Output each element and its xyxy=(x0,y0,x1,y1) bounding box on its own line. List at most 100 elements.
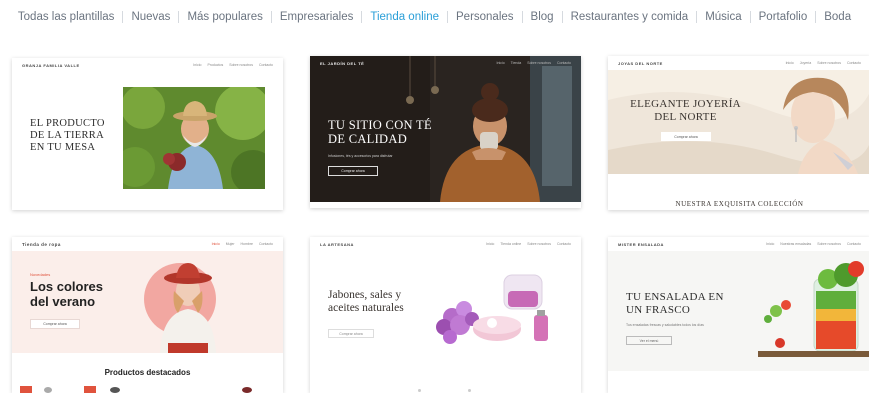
category-nav: Todas las plantillas Nuevas Más populare… xyxy=(0,0,869,34)
card-menu-item: Tienda xyxy=(510,61,522,65)
hero-title-line: DEL NORTE xyxy=(654,110,717,123)
shop-now-button[interactable]: Comprar ahora xyxy=(328,166,378,176)
card-menu-item: Sobre nosotros xyxy=(527,61,551,65)
product-thumbnail xyxy=(44,387,52,393)
hero-title: TU ENSALADA EN UN FRASCO xyxy=(626,291,724,316)
card-menu-item: Sobre nosotros xyxy=(817,242,841,246)
card-menu-item: Inicio xyxy=(211,242,220,246)
hero-title-line: aceites naturales xyxy=(328,302,404,315)
card-menu-item: Contacto xyxy=(258,63,273,67)
card-menu: Inicio Tienda online Sobre nosotros Cont… xyxy=(486,242,571,246)
collection-heading: NUESTRA EXQUISITA COLECCIÓN xyxy=(675,200,804,208)
template-card-granja[interactable]: GRANJA FAMILIA VALLE Inicio Productos So… xyxy=(12,58,283,210)
card-menu: Inicio Nuestras ensaladas Sobre nosotros… xyxy=(766,242,861,246)
card-menu-item: Hombre xyxy=(240,242,253,246)
hero-title-line: ELEGANTE JOYERÍA xyxy=(630,98,741,110)
hero-title: EL PRODUCTO DE LA TIERRA EN TU MESA xyxy=(30,118,105,154)
template-card-artesana[interactable]: LA ARTESANA Inicio Tienda online Sobre n… xyxy=(310,237,581,393)
nav-popular[interactable]: Más populares xyxy=(179,11,270,23)
card-menu: Inicio Mujer Hombre Contacto xyxy=(212,242,273,246)
card-menu-item: Inicio xyxy=(486,242,495,246)
card-menu-item: Inicio xyxy=(193,63,202,67)
hero-tag: Novedades xyxy=(30,272,51,277)
card-menu-item: Inicio xyxy=(766,242,775,246)
card-menu-item: Sobre nosotros xyxy=(229,63,253,67)
model-photo xyxy=(138,251,248,353)
hero-title-line: del verano xyxy=(30,293,96,309)
nav-wedding[interactable]: Boda xyxy=(816,11,859,23)
card-logo: GRANJA FAMILIA VALLE xyxy=(22,62,80,68)
hero-title: Jabones, sales y aceites naturales xyxy=(328,289,404,315)
nav-restaurants[interactable]: Restaurantes y comida xyxy=(563,11,697,23)
card-header: JOYAS DEL NORTE Inicio Joyería Sobre nos… xyxy=(608,56,869,70)
card-header: Tienda de ropa Inicio Mujer Hombre Conta… xyxy=(12,237,283,251)
template-card-jardin-te[interactable]: EL JARDÍN DEL TÉ Inicio Tienda Sobre nos… xyxy=(310,56,581,208)
nav-personal[interactable]: Personales xyxy=(448,11,522,23)
card-header: EL JARDÍN DEL TÉ Inicio Tienda Sobre nos… xyxy=(310,56,581,70)
hero-title-line: DE LA TIERRA xyxy=(30,130,104,142)
card-header: MISTER ENSALADA Inicio Nuestras ensalada… xyxy=(608,237,869,251)
product-thumbnail xyxy=(242,387,252,393)
card-menu: Inicio Joyería Sobre nosotros Contacto xyxy=(786,61,861,65)
nav-music[interactable]: Música xyxy=(697,11,749,23)
featured-products-heading: Productos destacados xyxy=(104,368,191,377)
template-card-ensalada[interactable]: MISTER ENSALADA Inicio Nuestras ensalada… xyxy=(608,237,869,393)
card-menu: Inicio Productos Sobre nosotros Contacto xyxy=(193,63,273,67)
card-menu-item: Productos xyxy=(207,63,224,67)
template-card-ropa[interactable]: Tienda de ropa Inicio Mujer Hombre Conta… xyxy=(12,237,283,393)
card-menu-item: Tienda online xyxy=(500,242,522,246)
view-menu-button[interactable]: Ver el menú xyxy=(626,336,672,345)
farmer-photo xyxy=(123,87,265,189)
card-menu-item: Nuestras ensaladas xyxy=(780,242,812,246)
card-menu-item: Mujer xyxy=(225,242,235,246)
card-menu-item: Contacto xyxy=(846,61,861,65)
hero-title-line: TU SITIO CON TÉ xyxy=(328,118,432,132)
hero-title: ELEGANTE JOYERÍA DEL NORTE xyxy=(608,98,763,123)
card-menu-item: Joyería xyxy=(799,61,812,65)
salad-jar-photo xyxy=(758,259,869,369)
carousel-dot[interactable] xyxy=(418,389,421,392)
product-thumbnail xyxy=(84,386,96,393)
nav-online-store[interactable]: Tienda online xyxy=(362,11,447,23)
card-logo: Tienda de ropa xyxy=(22,241,61,247)
soap-products-photo xyxy=(422,265,572,365)
shop-now-button[interactable]: Comprar ahora xyxy=(328,329,374,338)
product-thumbnail xyxy=(20,386,32,393)
hero-title-line: EN TU MESA xyxy=(30,142,96,154)
hero-title-line: Jabones, sales y xyxy=(328,289,402,301)
nav-business[interactable]: Empresariales xyxy=(272,11,362,23)
hero-title-line: UN FRASCO xyxy=(626,303,691,316)
card-logo: EL JARDÍN DEL TÉ xyxy=(320,60,365,66)
card-menu-item: Contacto xyxy=(556,61,571,65)
card-header: LA ARTESANA Inicio Tienda online Sobre n… xyxy=(310,237,581,251)
nav-portfolio[interactable]: Portafolio xyxy=(751,11,816,23)
hero-subtitle: Tus ensaladas frescas y saludables todos… xyxy=(626,323,704,327)
nav-blog[interactable]: Blog xyxy=(523,11,562,23)
nav-new[interactable]: Nuevas xyxy=(123,11,178,23)
hero-title: TU SITIO CON TÉ DE CALIDAD xyxy=(328,118,432,147)
carousel-dot[interactable] xyxy=(468,389,471,392)
card-logo: LA ARTESANA xyxy=(320,241,354,247)
card-menu-item: Contacto xyxy=(556,242,571,246)
card-menu-item: Contacto xyxy=(846,242,861,246)
template-card-joyas[interactable]: JOYAS DEL NORTE Inicio Joyería Sobre nos… xyxy=(608,56,869,210)
card-menu-item: Contacto xyxy=(258,242,273,246)
card-menu: Inicio Tienda Sobre nosotros Contacto xyxy=(496,61,571,65)
card-menu-item: Inicio xyxy=(785,61,794,65)
hero-subtitle: Infusiones, tés y accesorios para disfru… xyxy=(328,154,393,158)
shop-now-button[interactable]: Comprar ahora xyxy=(30,319,80,329)
card-header: GRANJA FAMILIA VALLE Inicio Productos So… xyxy=(12,58,283,72)
card-menu-item: Sobre nosotros xyxy=(527,242,551,246)
product-thumbnail xyxy=(110,387,120,393)
card-logo: JOYAS DEL NORTE xyxy=(618,60,663,66)
hero-title-line: EL PRODUCTO xyxy=(30,118,105,129)
hero-title: Los colores del verano xyxy=(30,279,103,310)
hero-title-line: DE CALIDAD xyxy=(328,132,408,147)
shop-now-button[interactable]: Comprar ahora xyxy=(661,132,711,141)
card-menu-item: Inicio xyxy=(496,61,505,65)
card-logo: MISTER ENSALADA xyxy=(618,241,664,247)
hero-title-line: TU ENSALADA EN xyxy=(626,291,724,303)
card-menu-item: Sobre nosotros xyxy=(817,61,841,65)
hero-title-line: Los colores xyxy=(30,279,103,294)
nav-all-templates[interactable]: Todas las plantillas xyxy=(10,11,123,23)
